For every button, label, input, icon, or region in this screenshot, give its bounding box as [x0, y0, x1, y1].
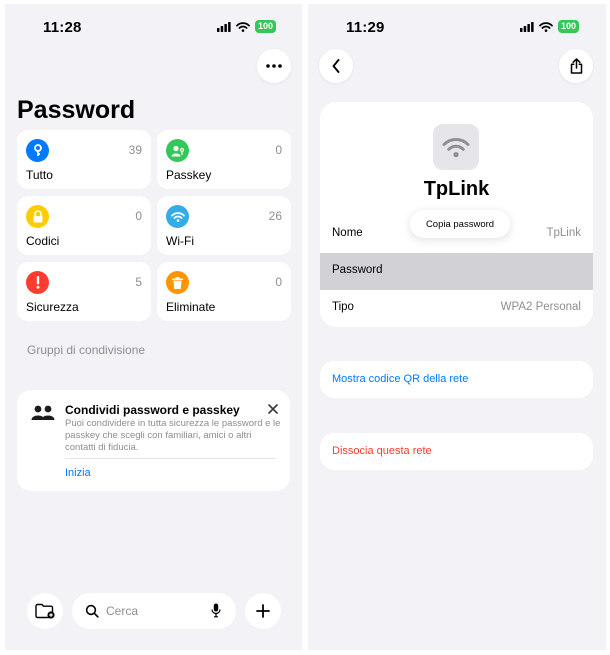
tile-count: 0: [275, 275, 282, 289]
tile-count: 26: [268, 209, 282, 223]
tile-label: Tutto: [26, 168, 53, 182]
search-input[interactable]: [106, 602, 202, 620]
category-tile-codes[interactable]: 0 Codici: [17, 196, 151, 255]
status-time: 11:28: [43, 19, 82, 36]
bottom-toolbar: [5, 591, 302, 631]
trash-icon: [166, 271, 189, 294]
signal-icon: [217, 21, 231, 32]
passwords-home-screen: 11:28 100 Password 39 Tutto 0 Passkey 0 …: [5, 4, 302, 650]
forget-network-button[interactable]: Dissocia questa rete: [320, 433, 593, 470]
section-label-sharing-groups: Gruppi di condivisione: [27, 343, 146, 357]
wifi-status-icon: [539, 21, 553, 32]
lock-icon: [26, 205, 49, 228]
show-qr-code-label: Mostra codice QR della rete: [332, 373, 469, 385]
row-type-value: WPA2 Personal: [500, 301, 581, 313]
share-passwords-card: Condividi password e passkey Puoi condiv…: [17, 390, 290, 491]
row-type-label: Tipo: [332, 301, 354, 313]
back-button[interactable]: [319, 49, 353, 83]
share-icon: [570, 58, 582, 74]
share-card-description: Puoi condividere in tutta sicurezza le p…: [65, 418, 281, 453]
divider: [65, 458, 276, 459]
wifi-icon: [166, 205, 189, 228]
status-icons: 100: [217, 20, 277, 33]
battery-indicator: 100: [558, 20, 580, 33]
tile-count: 39: [128, 143, 142, 157]
status-bar: 11:28 100: [5, 4, 302, 48]
network-detail-card: TpLink Nome TpLink Password Tipo WPA2 Pe…: [320, 102, 593, 327]
chevron-left-icon: [332, 59, 340, 73]
status-icons: 100: [520, 20, 580, 33]
start-sharing-link[interactable]: Inizia: [65, 467, 91, 479]
row-type[interactable]: Tipo WPA2 Personal: [320, 290, 593, 327]
people-icon: [31, 405, 55, 420]
share-card-title: Condividi password e passkey: [65, 403, 240, 417]
copy-password-tooltip[interactable]: Copia password: [410, 210, 510, 238]
tile-label: Sicurezza: [26, 300, 79, 314]
more-options-button[interactable]: [257, 49, 291, 83]
new-group-button[interactable]: [27, 593, 63, 629]
row-name-label: Nome: [332, 227, 363, 239]
row-password[interactable]: Password: [320, 253, 593, 290]
person-key-icon: [166, 139, 189, 162]
close-share-card-button[interactable]: [268, 401, 278, 419]
row-name-value: TpLink: [546, 227, 581, 239]
forget-network-label: Dissocia questa rete: [332, 445, 432, 457]
show-qr-code-button[interactable]: Mostra codice QR della rete: [320, 361, 593, 398]
category-tile-all[interactable]: 39 Tutto: [17, 130, 151, 189]
tile-label: Codici: [26, 234, 60, 248]
category-tile-security[interactable]: 5 Sicurezza: [17, 262, 151, 321]
folder-add-icon: [35, 603, 55, 619]
microphone-icon[interactable]: [211, 603, 221, 618]
tile-label: Passkey: [166, 168, 212, 182]
page-title: Password: [17, 96, 136, 124]
close-icon: [268, 404, 278, 414]
category-tile-passkey[interactable]: 0 Passkey: [157, 130, 291, 189]
row-password-label: Password: [332, 264, 383, 276]
search-bar[interactable]: [72, 593, 236, 629]
key-icon: [26, 139, 49, 162]
status-bar: 11:29 100: [308, 4, 606, 48]
ellipsis-icon: [266, 64, 282, 68]
tile-count: 0: [135, 209, 142, 223]
network-name: TpLink: [423, 178, 490, 200]
tile-count: 5: [135, 275, 142, 289]
network-wifi-icon: [433, 124, 479, 170]
tile-label: Wi-Fi: [166, 234, 194, 248]
share-button[interactable]: [559, 49, 593, 83]
exclamation-icon: [26, 271, 49, 294]
tile-count: 0: [275, 143, 282, 157]
plus-icon: [256, 604, 270, 618]
category-tile-deleted[interactable]: 0 Eliminate: [157, 262, 291, 321]
tile-label: Eliminate: [166, 300, 216, 314]
search-icon: [85, 604, 99, 618]
battery-indicator: 100: [255, 20, 277, 33]
wifi-detail-screen: 11:29 100 TpLink Nome TpLink Password Ti…: [308, 4, 606, 650]
wifi-status-icon: [236, 21, 250, 32]
category-tile-wifi[interactable]: 26 Wi-Fi: [157, 196, 291, 255]
add-password-button[interactable]: [245, 593, 281, 629]
status-time: 11:29: [346, 19, 385, 36]
signal-icon: [520, 21, 534, 32]
